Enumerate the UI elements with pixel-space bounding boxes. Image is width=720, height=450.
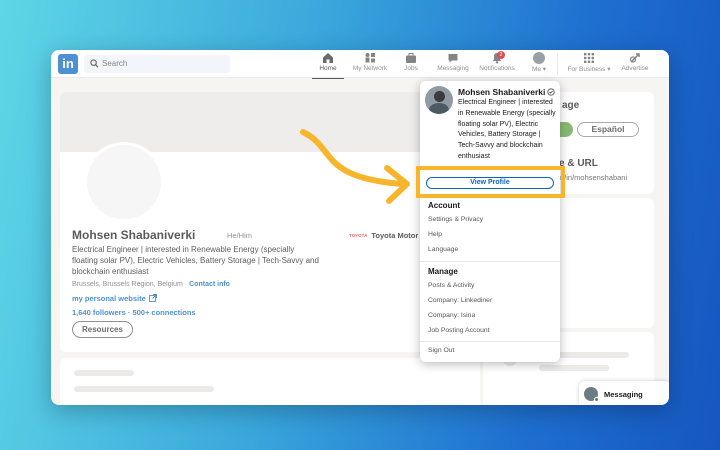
- browser-window: in Search Home My Network Jobs Messaging…: [51, 50, 669, 405]
- view-profile-highlight: [416, 166, 565, 198]
- annotation-arrow: [300, 129, 410, 204]
